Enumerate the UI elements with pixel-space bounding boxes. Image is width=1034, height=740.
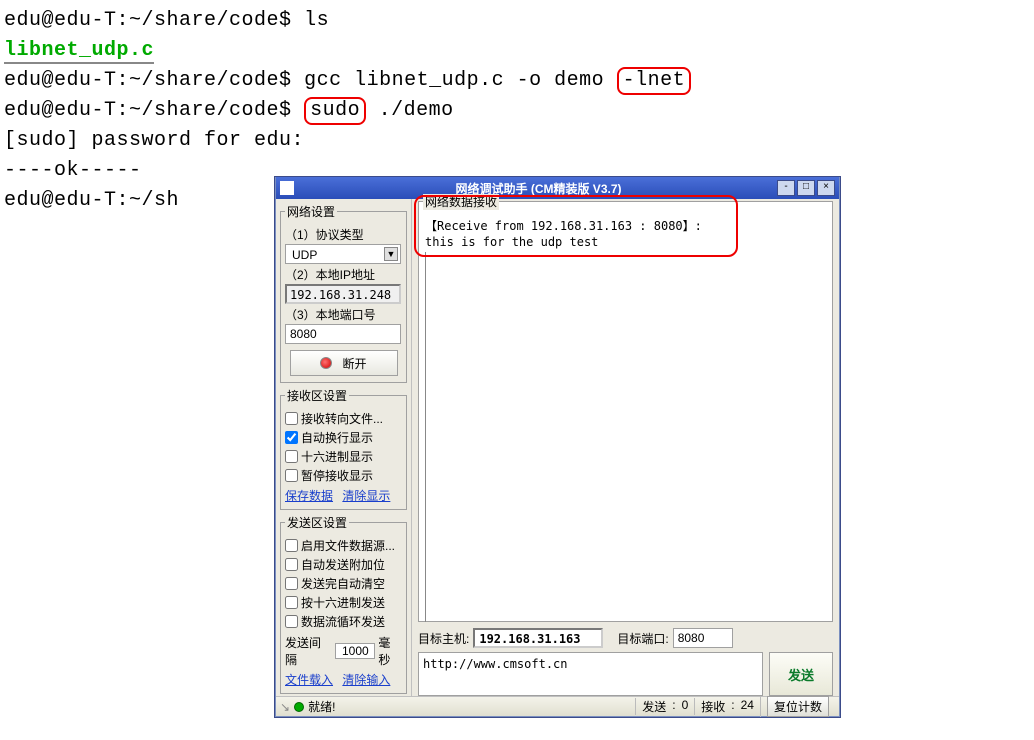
target-host-label: 目标主机: (418, 630, 469, 647)
close-button[interactable]: × (817, 180, 835, 196)
send-settings-legend: 发送区设置 (285, 514, 349, 531)
cmd-ls: ls (304, 9, 329, 32)
prompt: edu@edu-T:~/share/code$ (4, 9, 292, 32)
prompt-short: edu@edu-T:~/sh (4, 189, 179, 212)
send-hex-checkbox[interactable] (285, 596, 298, 609)
recv-line-1: 【Receive from 192.168.31.163 : 8080】: (425, 218, 826, 234)
status-dot-icon (294, 702, 304, 712)
file-load-link[interactable]: 文件载入 (285, 673, 333, 687)
auto-append-checkbox[interactable] (285, 558, 298, 571)
prompt: edu@edu-T:~/share/code$ (4, 99, 292, 122)
send-settings-group: 发送区设置 启用文件数据源... 自动发送附加位 发送完自动清空 按十六进制发送… (280, 514, 407, 694)
protocol-select[interactable]: UDP ▼ (285, 244, 401, 264)
local-port-field[interactable] (285, 324, 401, 344)
file-listing: libnet_udp.c (4, 39, 154, 64)
target-port-field[interactable] (673, 628, 733, 648)
recv-text-area[interactable]: 网络数据接收 【Receive from 192.168.31.163 : 80… (418, 201, 833, 622)
file-source-checkbox[interactable] (285, 539, 298, 552)
pause-recv-checkbox[interactable] (285, 469, 298, 482)
recv-settings-group: 接收区设置 接收转向文件... 自动换行显示 十六进制显示 暂停接收显示 保存数… (280, 387, 407, 510)
disconnect-button[interactable]: 断开 (290, 350, 398, 376)
send-text-field[interactable]: http://www.cmsoft.cn (418, 652, 763, 696)
clear-input-link[interactable]: 清除输入 (342, 673, 390, 687)
recv-settings-legend: 接收区设置 (285, 387, 349, 404)
text-cursor (425, 252, 426, 622)
recv-area-legend: 网络数据接收 (423, 194, 499, 210)
titlebar[interactable]: 网络调试助手 (CM精装版 V3.7) - □ × (276, 177, 839, 199)
recv-line-2: this is for the udp test (425, 234, 826, 250)
cmd-demo: ./demo (366, 99, 454, 122)
ok-output: ----ok----- (4, 159, 142, 182)
chevron-down-icon[interactable]: ▼ (384, 247, 398, 261)
local-ip-field[interactable]: 192.168.31.248 (285, 284, 401, 304)
target-host-field[interactable]: 192.168.31.163 (473, 628, 603, 648)
target-port-label: 目标端口: (617, 630, 668, 647)
local-port-label: （3）本地端口号 (285, 306, 402, 323)
local-ip-label: （2）本地IP地址 (285, 266, 402, 283)
send-button[interactable]: 发送 (769, 652, 833, 696)
sudo-pwd-prompt: [sudo] password for edu: (4, 129, 304, 152)
flag-lnet-highlight: -lnet (617, 67, 692, 95)
cmd-gcc: gcc libnet_udp.c -o demo (304, 69, 604, 92)
hex-display-checkbox[interactable] (285, 450, 298, 463)
status-ready: 就绪! (308, 698, 335, 715)
sudo-highlight: sudo (304, 97, 366, 125)
send-interval-field[interactable] (335, 643, 375, 659)
maximize-button[interactable]: □ (797, 180, 815, 196)
app-icon (280, 181, 294, 195)
reset-count-button[interactable]: 复位计数 (767, 696, 829, 717)
network-settings-group: 网络设置 （1）协议类型 UDP ▼ （2）本地IP地址 192.168.31.… (280, 203, 407, 383)
send-count-label: 发送 (642, 698, 666, 715)
net-assist-dialog: 网络调试助手 (CM精装版 V3.7) - □ × 网络设置 （1）协议类型 U… (275, 177, 840, 717)
loop-send-checkbox[interactable] (285, 615, 298, 628)
statusbar: ↘ 就绪! 发送: 0 接收: 24 复位计数 (276, 696, 839, 716)
minimize-button[interactable]: - (777, 180, 795, 196)
send-count-value: 0 (682, 698, 689, 715)
window-title: 网络调试助手 (CM精装版 V3.7) (300, 180, 777, 197)
clear-display-link[interactable]: 清除显示 (342, 489, 390, 503)
grip-icon: ↘ (280, 700, 290, 714)
network-settings-legend: 网络设置 (285, 203, 337, 220)
recv-count-label: 接收 (701, 698, 725, 715)
recv-to-file-checkbox[interactable] (285, 412, 298, 425)
auto-clear-checkbox[interactable] (285, 577, 298, 590)
record-icon (320, 357, 332, 369)
protocol-label: （1）协议类型 (285, 226, 402, 243)
auto-wrap-checkbox[interactable] (285, 431, 298, 444)
prompt: edu@edu-T:~/share/code$ (4, 69, 292, 92)
save-data-link[interactable]: 保存数据 (285, 489, 333, 503)
recv-count-value: 24 (741, 698, 754, 715)
